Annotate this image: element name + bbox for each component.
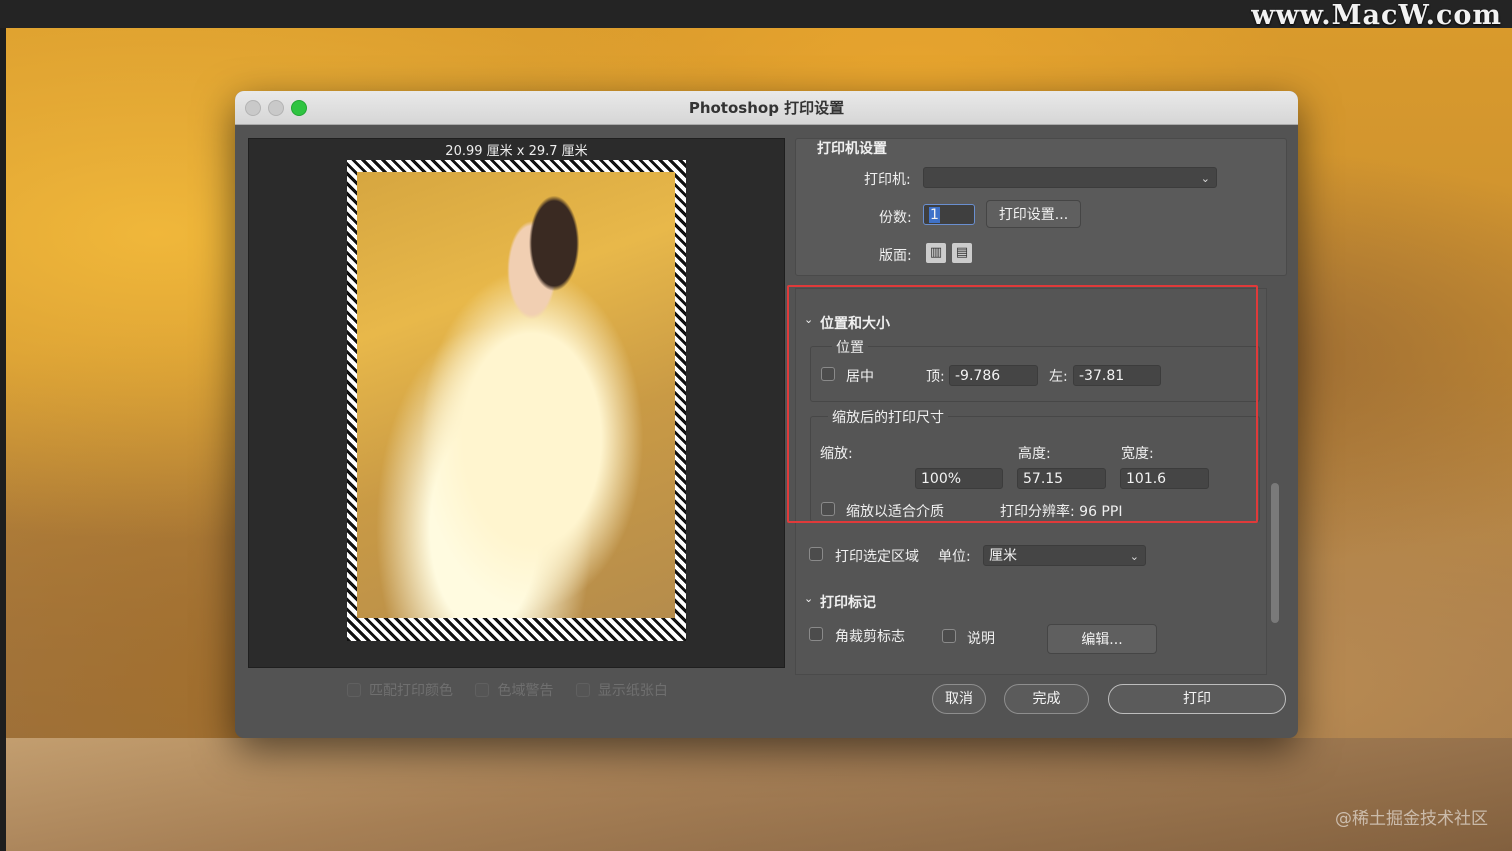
show-paper-white-option[interactable]: 显示纸张白 <box>575 680 668 700</box>
unit-select[interactable]: 厘米 ⌄ <box>983 545 1146 566</box>
preview-image[interactable] <box>357 172 675 618</box>
match-print-colors-label: 匹配打印颜色 <box>369 683 453 699</box>
copies-input[interactable]: 1 <box>923 204 975 225</box>
highlight-box <box>787 285 1258 523</box>
match-print-colors-option[interactable]: 匹配打印颜色 <box>347 680 453 700</box>
background-log <box>6 738 1512 851</box>
cancel-button[interactable]: 取消 <box>932 684 986 714</box>
unit-value: 厘米 <box>989 548 1017 564</box>
title-bar: Photoshop 打印设置 <box>235 91 1298 125</box>
printer-label: 打印机: <box>864 172 911 188</box>
settings-pane: 打印机设置 打印机: ⌄ 份数: 1 打印设置... 版面: ▥ ▤ ⌄ 位置和… <box>787 138 1287 678</box>
watermark-top: www.MacW.com <box>1251 0 1502 31</box>
printer-settings-section: 打印机设置 打印机: ⌄ 份数: 1 打印设置... 版面: ▥ ▤ <box>795 138 1287 276</box>
settings-scroll-area[interactable]: ⌄ 位置和大小 位置 居中 顶: -9.786 左: -37.81 缩放后的打印… <box>787 285 1267 675</box>
gamut-warning-checkbox[interactable] <box>475 683 490 697</box>
watermark-bottom: @稀土掘金技术社区 <box>1335 809 1488 829</box>
print-button[interactable]: 打印 <box>1108 684 1286 714</box>
gamut-warning-option[interactable]: 色域警告 <box>475 680 553 700</box>
unit-label: 单位: <box>938 549 971 565</box>
gamut-warning-label: 色域警告 <box>497 683 554 699</box>
copies-value: 1 <box>929 207 940 223</box>
description-label: 说明 <box>967 631 995 647</box>
done-button[interactable]: 完成 <box>1004 684 1089 714</box>
print-selection-label: 打印选定区域 <box>835 549 919 565</box>
dialog-title: Photoshop 打印设置 <box>688 99 845 117</box>
chevron-down-icon: ⌄ <box>1200 172 1210 185</box>
show-paper-white-checkbox[interactable] <box>575 683 590 697</box>
crop-marks-label: 角裁剪标志 <box>835 629 905 645</box>
print-marks-heading[interactable]: 打印标记 <box>820 592 876 612</box>
match-print-colors-checkbox[interactable] <box>347 683 361 697</box>
paper-dimensions: 20.99 厘米 x 29.7 厘米 <box>445 144 588 159</box>
print-preview: 20.99 厘米 x 29.7 厘米 <box>248 138 785 668</box>
scroll-thumb[interactable] <box>1271 483 1279 623</box>
show-paper-white-label: 显示纸张白 <box>597 683 668 699</box>
preview-paper <box>347 160 686 641</box>
crop-marks-checkbox[interactable] <box>809 627 823 641</box>
print-selection-checkbox[interactable] <box>809 547 823 561</box>
printer-settings-heading: 打印机设置 <box>817 141 887 157</box>
print-settings-button[interactable]: 打印设置... <box>986 200 1081 228</box>
chevron-down-icon[interactable]: ⌄ <box>804 592 813 605</box>
layout-label: 版面: <box>879 248 912 264</box>
printer-select[interactable]: ⌄ <box>923 167 1217 188</box>
preview-options: 匹配打印颜色 色域警告 显示纸张白 <box>347 680 686 700</box>
edit-button[interactable]: 编辑... <box>1047 624 1157 654</box>
print-settings-dialog: Photoshop 打印设置 20.99 厘米 x 29.7 厘米 匹配打印颜色… <box>235 91 1298 738</box>
settings-scrollbar[interactable] <box>1271 288 1279 673</box>
portrait-icon[interactable]: ▥ <box>926 243 946 263</box>
landscape-icon[interactable]: ▤ <box>952 243 972 263</box>
copies-label: 份数: <box>879 210 912 226</box>
chevron-down-icon: ⌄ <box>1129 550 1139 563</box>
description-checkbox[interactable] <box>942 629 956 643</box>
